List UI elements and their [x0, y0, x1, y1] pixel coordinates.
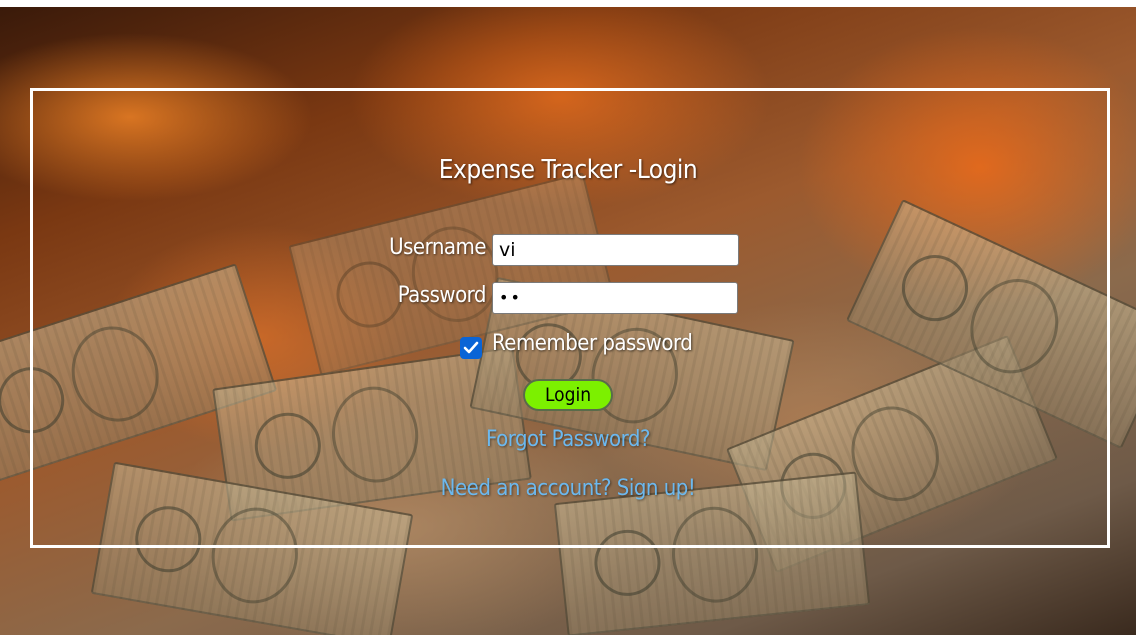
- password-input[interactable]: ••: [492, 282, 738, 314]
- forgot-password-link[interactable]: Forgot Password?: [0, 427, 1136, 452]
- remember-password-checkbox[interactable]: [460, 337, 482, 359]
- login-button[interactable]: Login: [523, 379, 613, 411]
- page-title: Expense Tracker -Login: [438, 155, 698, 185]
- username-label: Username: [389, 235, 486, 260]
- signup-link[interactable]: Need an account? Sign up!: [0, 476, 1136, 501]
- bottom-divider: [0, 635, 1136, 639]
- remember-password-label[interactable]: Remember password: [492, 331, 693, 356]
- password-label: Password: [397, 283, 487, 308]
- username-input[interactable]: [492, 234, 739, 266]
- checkmark-icon: [463, 341, 479, 354]
- login-page: Expense Tracker -Login Username Password…: [0, 0, 1136, 639]
